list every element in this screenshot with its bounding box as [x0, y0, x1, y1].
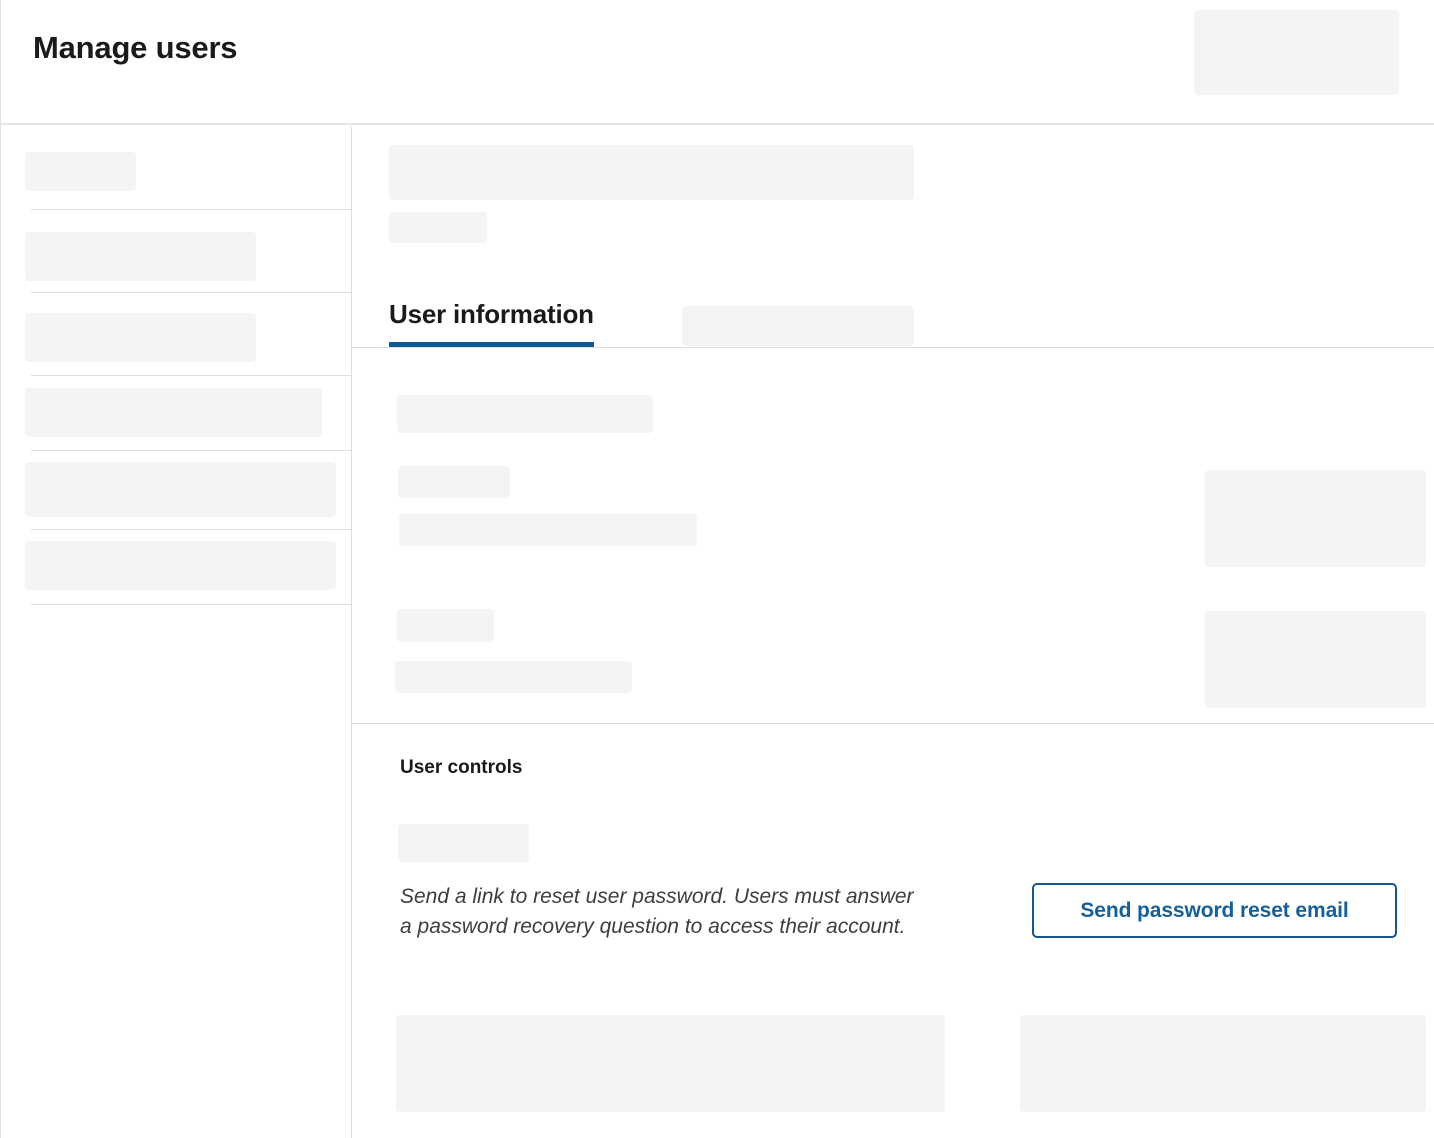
sidebar-item[interactable] [1, 210, 352, 293]
page-header: Manage users [1, 0, 1434, 125]
sidebar [1, 127, 352, 1138]
sidebar-item-loading-placeholder [25, 462, 336, 517]
user-name-loading-placeholder [389, 145, 914, 200]
bottom-right-loading-placeholder [1020, 1015, 1426, 1112]
field-value-loading-placeholder [399, 514, 697, 546]
user-controls-field-loading-placeholder [398, 824, 529, 862]
field-label-loading-placeholder [397, 609, 494, 642]
field-label-loading-placeholder [398, 466, 510, 498]
sidebar-item[interactable] [1, 451, 352, 530]
main-header-area [352, 127, 1434, 292]
sidebar-item[interactable] [1, 127, 352, 210]
sidebar-item-loading-placeholder [25, 152, 136, 191]
sidebar-item[interactable] [1, 530, 352, 605]
side-loading-placeholder [1205, 611, 1426, 708]
sidebar-item[interactable] [1, 376, 352, 451]
field-loading-placeholder [397, 395, 653, 433]
sidebar-item-loading-placeholder [25, 388, 322, 437]
sidebar-item-loading-placeholder [25, 313, 256, 362]
tab-loading-placeholder[interactable] [682, 306, 914, 346]
tab-user-information[interactable]: User information [389, 291, 594, 347]
password-reset-description: Send a link to reset user password. User… [400, 882, 924, 942]
bottom-left-loading-placeholder [396, 1015, 945, 1112]
user-meta-loading-placeholder [389, 212, 487, 243]
sidebar-item[interactable] [1, 293, 352, 376]
tab-user-information-label: User information [389, 299, 594, 334]
tab-bar: User information [352, 292, 1434, 348]
manage-users-page: Manage users User informati [0, 0, 1434, 1138]
sidebar-item-loading-placeholder [25, 541, 336, 590]
user-controls-heading: User controls [400, 757, 522, 779]
page-title: Manage users [33, 27, 237, 69]
side-loading-placeholder [1205, 470, 1426, 567]
field-value-loading-placeholder [395, 661, 632, 693]
send-password-reset-email-button[interactable]: Send password reset email [1032, 883, 1397, 938]
header-loading-placeholder [1194, 10, 1399, 95]
sidebar-item-loading-placeholder [25, 232, 256, 281]
